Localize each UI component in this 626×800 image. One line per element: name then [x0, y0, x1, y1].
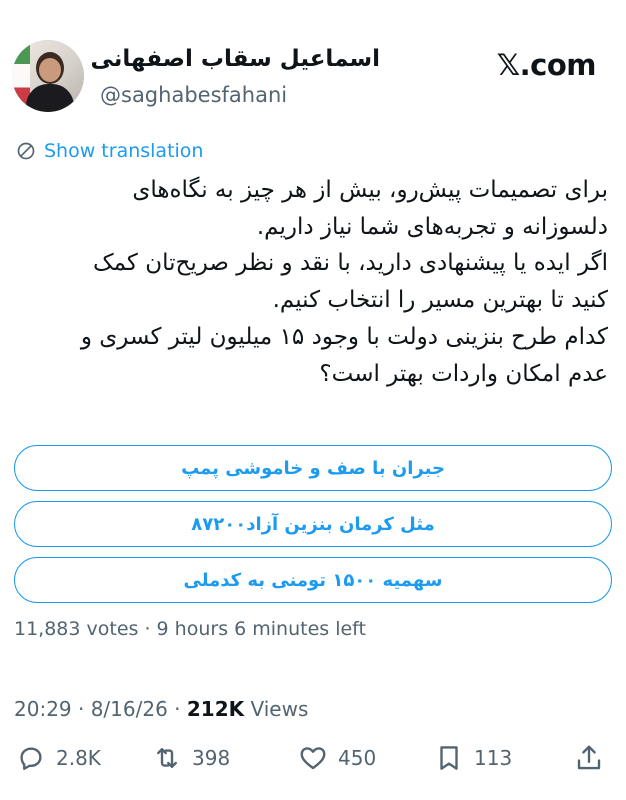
tweet-line: اگر ایده یا پیشنهادی دارید، با نقد و نظر…	[93, 250, 608, 277]
views-count: 212K	[186, 697, 245, 721]
tweet-header: اسماعیل سقاب اصفهانی @saghabesfahani 𝕏.c…	[0, 0, 626, 130]
poll-meta: 11,883 votes · 9 hours 6 minutes left	[14, 618, 366, 640]
author-display-name[interactable]: اسماعیل سقاب اصفهانی	[90, 46, 380, 72]
tweet-line: عدم امکان واردات بهتر است؟	[319, 360, 608, 387]
like-button[interactable]: 450	[298, 743, 376, 773]
tweet-text: برای تصمیمات پیش‌رو، بیش از هر چیز به نگ…	[16, 172, 608, 392]
show-translation-link[interactable]: Show translation	[16, 140, 203, 162]
tweet-line: دلسوزانه و تجربه‌های شما نیاز داریم.	[256, 213, 608, 240]
x-logo: 𝕏.com	[496, 48, 597, 82]
tweet-line: کنید تا بهترین مسیر را انتخاب کنیم.	[272, 287, 608, 314]
share-button[interactable]	[574, 743, 604, 773]
bookmark-icon	[440, 746, 458, 770]
tweet-timestamp: 20:29 · 8/16/26 · 212K Views	[14, 697, 308, 721]
poll-option-2[interactable]: مثل کرمان بنزین آزاد۸۷۲۰۰	[14, 501, 612, 547]
reply-count: 2.8K	[56, 746, 101, 770]
bookmark-count: 113	[474, 746, 513, 770]
repost-count: 398	[192, 746, 231, 770]
tweet-line: برای تصمیمات پیش‌رو، بیش از هر چیز به نگ…	[132, 177, 608, 203]
poll-option-3[interactable]: سهمیه ۱۵۰۰ تومنی به کدملی	[14, 557, 612, 603]
repost-icon	[157, 748, 177, 768]
action-bar: 2.8K 398 450 113	[0, 743, 626, 783]
heart-icon	[300, 747, 326, 770]
translate-icon	[17, 142, 35, 160]
views-label: Views	[244, 697, 309, 721]
share-icon	[577, 745, 601, 770]
reply-icon	[20, 747, 42, 770]
time-date[interactable]: 20:29 · 8/16/26 ·	[14, 697, 187, 721]
show-translation-label: Show translation	[44, 140, 204, 162]
poll: جبران با صف و خاموشی پمپ مثل کرمان بنزین…	[14, 445, 612, 613]
author-handle[interactable]: @saghabesfahani	[100, 83, 287, 107]
repost-button[interactable]: 398	[152, 743, 230, 773]
tweet-line: کدام طرح بنزینی دولت با وجود ۱۵ میلیون ل…	[80, 323, 608, 350]
avatar-face	[39, 58, 61, 82]
like-count: 450	[338, 746, 377, 770]
poll-option-1[interactable]: جبران با صف و خاموشی پمپ	[14, 445, 612, 491]
avatar[interactable]	[12, 40, 84, 112]
bookmark-button[interactable]: 113	[434, 743, 512, 773]
reply-button[interactable]: 2.8K	[16, 743, 101, 773]
